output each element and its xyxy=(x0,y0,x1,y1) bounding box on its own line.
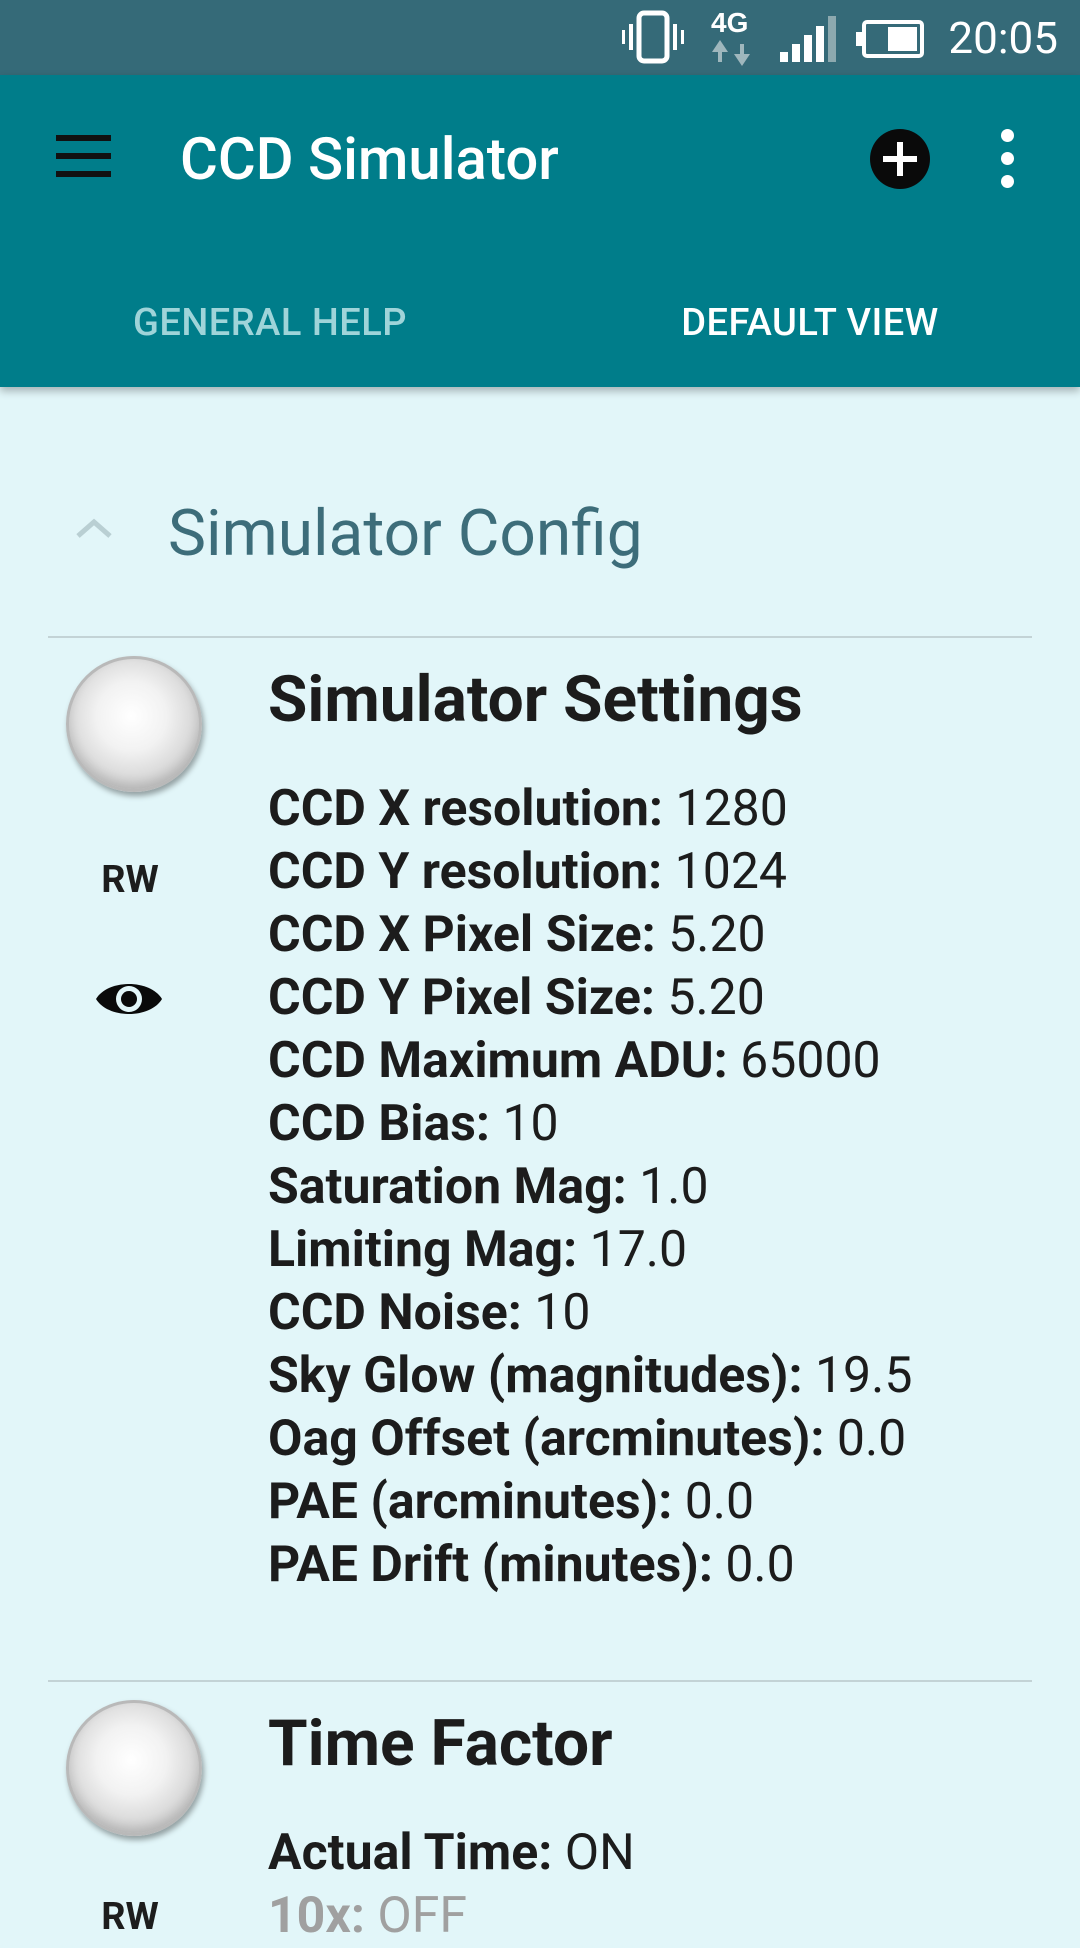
property-row: CCD Maximum ADU: 65000 xyxy=(268,1032,881,1090)
property-row: PAE (arcminutes): 0.0 xyxy=(268,1473,755,1531)
property-row: 10x: OFF xyxy=(268,1887,467,1945)
tab-general-help[interactable]: GENERAL HELP xyxy=(0,287,540,359)
divider xyxy=(48,636,1032,638)
permission-label: RW xyxy=(101,858,159,902)
state-light-icon xyxy=(66,656,202,792)
property-values: CCD X resolution: 1280 CCD Y resolution:… xyxy=(268,778,912,1597)
vibrate-icon xyxy=(622,10,684,64)
signal-icon xyxy=(780,16,836,62)
permission-label: RW xyxy=(101,1895,159,1939)
divider xyxy=(48,1680,1032,1682)
status-bar: 4G 20:05 xyxy=(0,0,1080,75)
tab-default-view[interactable]: DEFAULT VIEW xyxy=(540,287,1080,359)
property-row: CCD Y Pixel Size: 5.20 xyxy=(268,969,765,1027)
property-row: Oag Offset (arcminutes): 0.0 xyxy=(268,1410,907,1468)
property-row: CCD Y resolution: 1024 xyxy=(268,843,788,901)
property-row: CCD X resolution: 1280 xyxy=(268,780,788,838)
clock: 20:05 xyxy=(948,12,1058,64)
property-row: Sky Glow (magnitudes): 19.5 xyxy=(268,1347,913,1405)
4g-data-icon: 4G xyxy=(711,7,750,66)
app-title: CCD Simulator xyxy=(180,126,559,194)
eye-icon[interactable] xyxy=(94,975,164,1023)
property-values: Actual Time: ON 10x: OFF xyxy=(268,1822,635,1948)
property-row: CCD X Pixel Size: 5.20 xyxy=(268,906,766,964)
chevron-up-icon[interactable] xyxy=(72,512,116,542)
property-row: Saturation Mag: 1.0 xyxy=(268,1158,709,1216)
add-circle-icon[interactable] xyxy=(868,127,932,191)
property-row: PAE Drift (minutes): 0.0 xyxy=(268,1536,795,1594)
battery-icon xyxy=(856,20,924,58)
state-light-icon xyxy=(66,1700,202,1836)
property-row: Limiting Mag: 17.0 xyxy=(268,1221,688,1279)
property-title: Simulator Settings xyxy=(268,662,803,737)
more-vert-icon[interactable] xyxy=(990,129,1024,189)
property-title: Time Factor xyxy=(268,1706,613,1781)
property-row: CCD Bias: 10 xyxy=(268,1095,559,1153)
network-type-label: 4G xyxy=(711,7,748,38)
group-title[interactable]: Simulator Config xyxy=(168,494,643,574)
menu-icon[interactable] xyxy=(52,135,116,183)
property-row: CCD Noise: 10 xyxy=(268,1284,591,1342)
property-row: Actual Time: ON xyxy=(268,1824,635,1882)
app-bar: CCD Simulator GENERAL HELP DEFAULT VIEW xyxy=(0,75,1080,387)
